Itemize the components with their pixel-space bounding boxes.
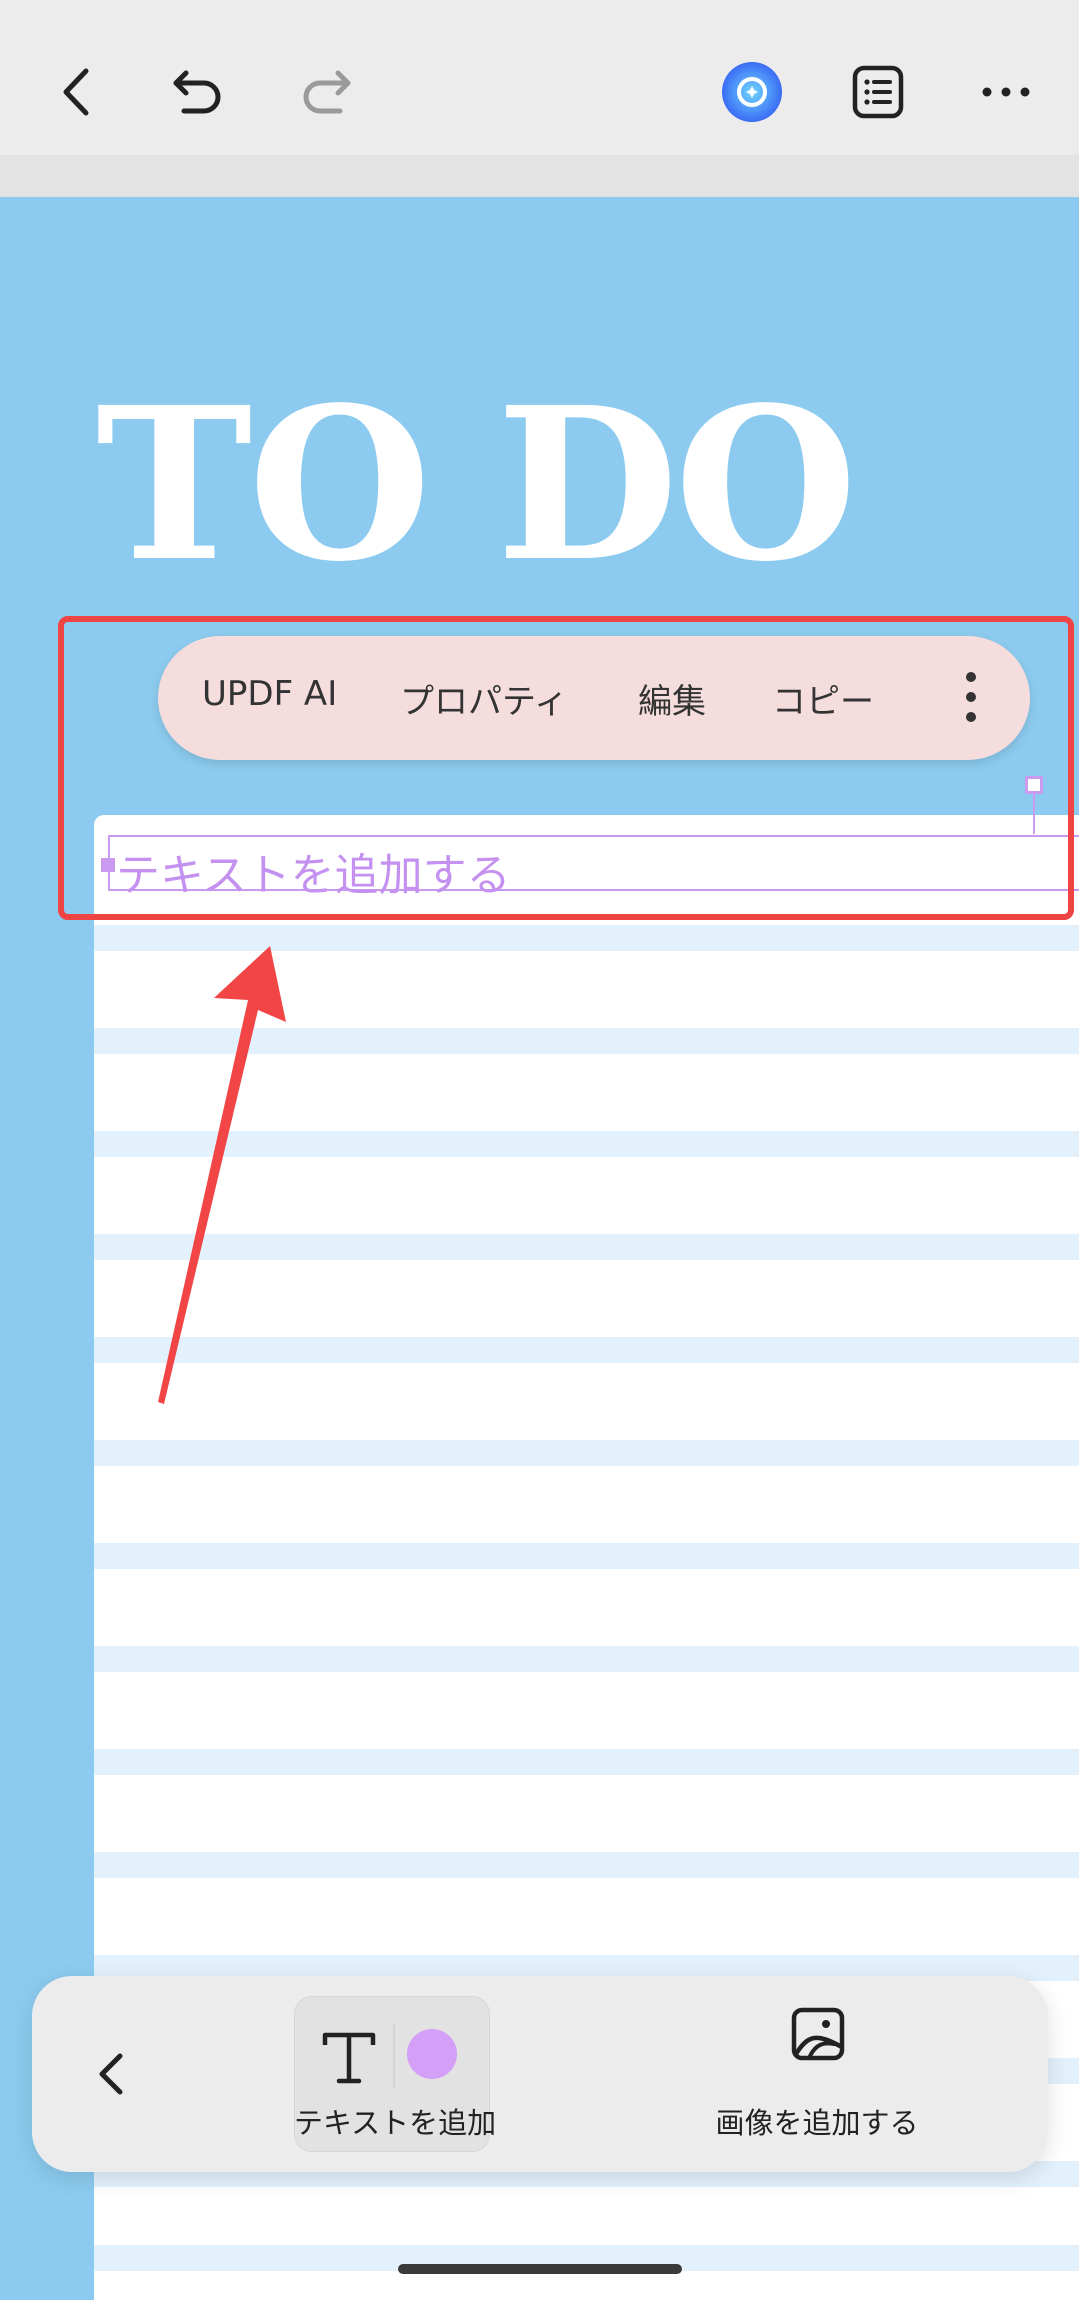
annotation-arrow [158,946,286,1404]
add-image-icon[interactable] [788,2004,848,2064]
add-text-label: テキストを追加 [294,2106,497,2140]
toolbar-back-icon[interactable] [82,2044,142,2104]
bottom-toolbar: テキストを追加 画像を追加する [32,1976,1048,2172]
home-indicator[interactable] [398,2264,682,2274]
text-color-swatch[interactable] [407,2029,457,2079]
add-image-label[interactable]: 画像を追加する [682,2100,952,2142]
tool-separator [393,2025,395,2087]
text-tool-icon [315,2023,383,2091]
